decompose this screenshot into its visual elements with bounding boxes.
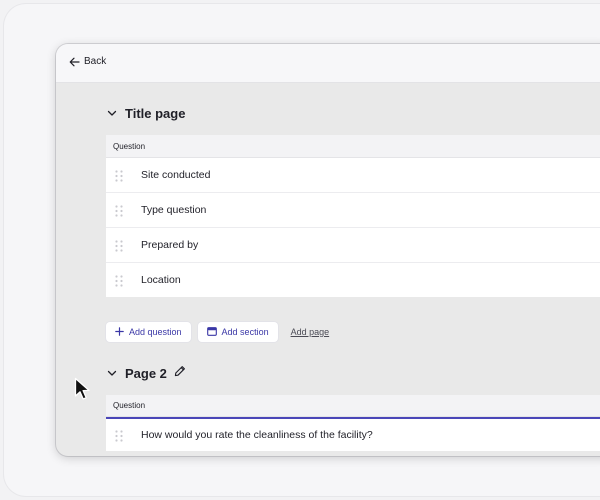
drag-handle-icon[interactable] xyxy=(115,274,123,287)
question-label: How would you rate the cleanliness of th… xyxy=(141,429,373,441)
question-table: Question Site conducted Type question Pr… xyxy=(106,135,600,297)
section-icon xyxy=(206,326,217,338)
table-row[interactable]: Prepared by xyxy=(106,228,600,263)
add-section-label: Add section xyxy=(221,327,269,337)
top-bar: Back xyxy=(56,44,600,83)
question-label: Type question xyxy=(141,204,207,216)
add-question-button[interactable]: Add question xyxy=(106,322,191,342)
chevron-down-icon[interactable] xyxy=(106,107,118,119)
page-actions: Add question Add section Add page xyxy=(106,321,600,343)
add-section-button[interactable]: Add section xyxy=(197,322,278,342)
page-title[interactable]: Page 2 xyxy=(125,366,167,381)
column-header-question: Question xyxy=(106,395,600,417)
arrow-left-icon xyxy=(69,57,80,67)
column-header-question: Question xyxy=(106,135,600,158)
mouse-pointer-icon xyxy=(74,377,92,406)
add-question-label: Add question xyxy=(129,327,182,337)
back-button[interactable]: Back xyxy=(69,56,106,67)
question-label: Prepared by xyxy=(141,239,199,251)
back-label: Back xyxy=(84,56,107,67)
plus-icon xyxy=(115,326,124,338)
drag-handle-icon[interactable] xyxy=(115,239,123,252)
table-row[interactable]: Type question xyxy=(106,193,600,228)
drag-handle-icon[interactable] xyxy=(115,429,123,442)
drag-handle-icon[interactable] xyxy=(115,169,123,182)
screenshot-stage: Back Title page Question Site conducted … xyxy=(0,0,600,500)
pencil-icon[interactable] xyxy=(174,364,186,382)
add-page-link[interactable]: Add page xyxy=(291,327,330,337)
page-header-title-page: Title page xyxy=(106,103,600,123)
question-label: Site conducted xyxy=(141,169,211,181)
table-row-selected[interactable]: How would you rate the cleanliness of th… xyxy=(106,417,600,451)
question-label: Location xyxy=(141,274,181,286)
app-window: Back Title page Question Site conducted … xyxy=(56,44,600,456)
table-row[interactable]: Location xyxy=(106,263,600,297)
table-row[interactable]: Site conducted xyxy=(106,158,600,193)
drag-handle-icon[interactable] xyxy=(115,204,123,217)
page-title: Title page xyxy=(125,105,186,121)
form-builder-content: Title page Question Site conducted Type … xyxy=(106,82,600,451)
question-table: Question How would you rate the cleanlin… xyxy=(106,395,600,451)
chevron-down-icon[interactable] xyxy=(106,367,118,379)
page-header-page-2: Page 2 xyxy=(106,363,600,383)
